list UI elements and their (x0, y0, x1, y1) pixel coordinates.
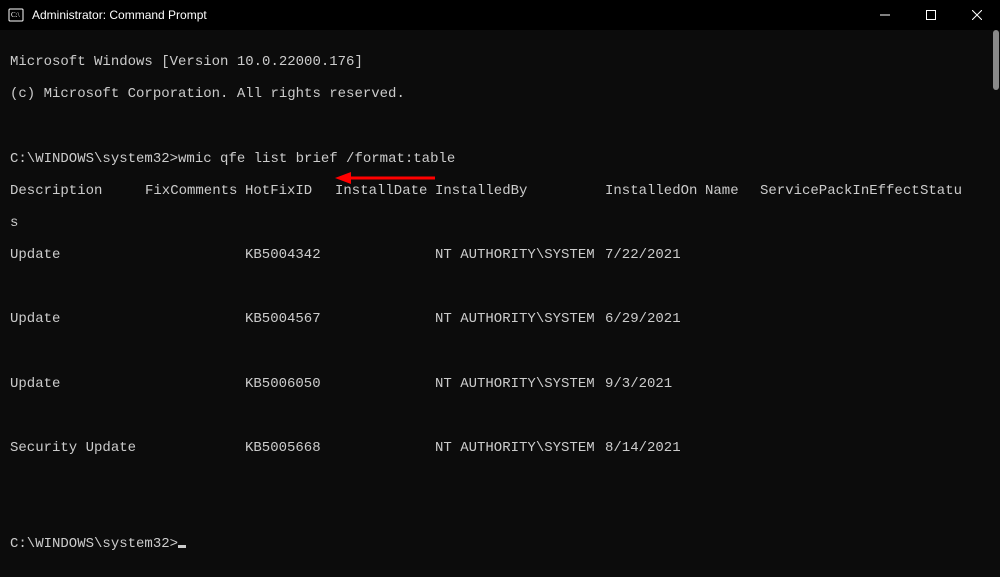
header-fixcomments: FixComments (145, 183, 245, 199)
terminal-output[interactable]: Microsoft Windows [Version 10.0.22000.17… (0, 30, 1000, 577)
cell-installdate (335, 311, 435, 327)
header-installedon: InstalledOn (605, 183, 705, 199)
cell-description: Update (10, 247, 145, 263)
window-controls (862, 0, 1000, 30)
cell-fixcomments (145, 247, 245, 263)
table-headers: DescriptionFixCommentsHotFixIDInstallDat… (10, 183, 990, 199)
cell-installdate (335, 247, 435, 263)
table-row: Update KB5004342 NT AUTHORITY\SYSTEM7/22/2… (10, 247, 990, 263)
scrollbar-thumb[interactable] (993, 30, 999, 90)
header-installdate: InstallDate (335, 183, 435, 199)
cell-installedby: NT AUTHORITY\SYSTEM (435, 247, 605, 263)
command-text: wmic qfe list brief /format:table (178, 151, 455, 167)
cell-description: Update (10, 376, 145, 392)
table-row: Security Update KB5005668 NT AUTHORITY\SYS… (10, 440, 990, 456)
close-button[interactable] (954, 0, 1000, 30)
header-servicepack: ServicePackInEffect (760, 183, 920, 199)
cell-fixcomments (145, 376, 245, 392)
banner-line1: Microsoft Windows [Version 10.0.22000.17… (10, 54, 990, 70)
cell-installedon: 7/22/2021 (605, 247, 705, 263)
cell-hotfixid: KB5004567 (245, 311, 335, 327)
cell-description: Update (10, 311, 145, 327)
banner-line2: (c) Microsoft Corporation. All rights re… (10, 86, 990, 102)
cell-hotfixid: KB5004342 (245, 247, 335, 263)
header-status-wrap: s (10, 215, 990, 231)
cell-installedby: NT AUTHORITY\SYSTEM (435, 311, 605, 327)
prompt: C:\WINDOWS\system32> (10, 536, 178, 552)
header-description: Description (10, 183, 145, 199)
cell-installedon: 8/14/2021 (605, 440, 705, 456)
svg-text:C:\: C:\ (11, 11, 20, 19)
cursor-icon (178, 545, 186, 548)
titlebar[interactable]: C:\ Administrator: Command Prompt (0, 0, 1000, 30)
titlebar-left: C:\ Administrator: Command Prompt (8, 7, 207, 23)
scrollbar-track[interactable] (985, 30, 999, 511)
cell-installedon: 6/29/2021 (605, 311, 705, 327)
cmd-icon: C:\ (8, 7, 24, 23)
cell-installdate (335, 376, 435, 392)
cell-fixcomments (145, 440, 245, 456)
header-hotfixid: HotFixID (245, 183, 335, 199)
cell-description: Security Update (10, 440, 145, 456)
cell-hotfixid: KB5005668 (245, 440, 335, 456)
window-title: Administrator: Command Prompt (32, 8, 207, 22)
cell-installdate (335, 440, 435, 456)
cell-installedon: 9/3/2021 (605, 376, 705, 392)
cell-installedby: NT AUTHORITY\SYSTEM (435, 440, 605, 456)
minimize-button[interactable] (862, 0, 908, 30)
table-row: Update KB5004567 NT AUTHORITY\SYSTEM6/29/2… (10, 311, 990, 327)
cell-hotfixid: KB5006050 (245, 376, 335, 392)
header-name: Name (705, 183, 760, 199)
cell-fixcomments (145, 311, 245, 327)
prompt-line: C:\WINDOWS\system32> (10, 536, 990, 552)
table-row: Update KB5006050 NT AUTHORITY\SYSTEM9/3/20… (10, 376, 990, 392)
prompt: C:\WINDOWS\system32> (10, 151, 178, 167)
maximize-button[interactable] (908, 0, 954, 30)
cell-installedby: NT AUTHORITY\SYSTEM (435, 376, 605, 392)
header-status: Statu (920, 183, 970, 199)
header-installedby: InstalledBy (435, 183, 605, 199)
command-line: C:\WINDOWS\system32>wmic qfe list brief … (10, 151, 990, 167)
